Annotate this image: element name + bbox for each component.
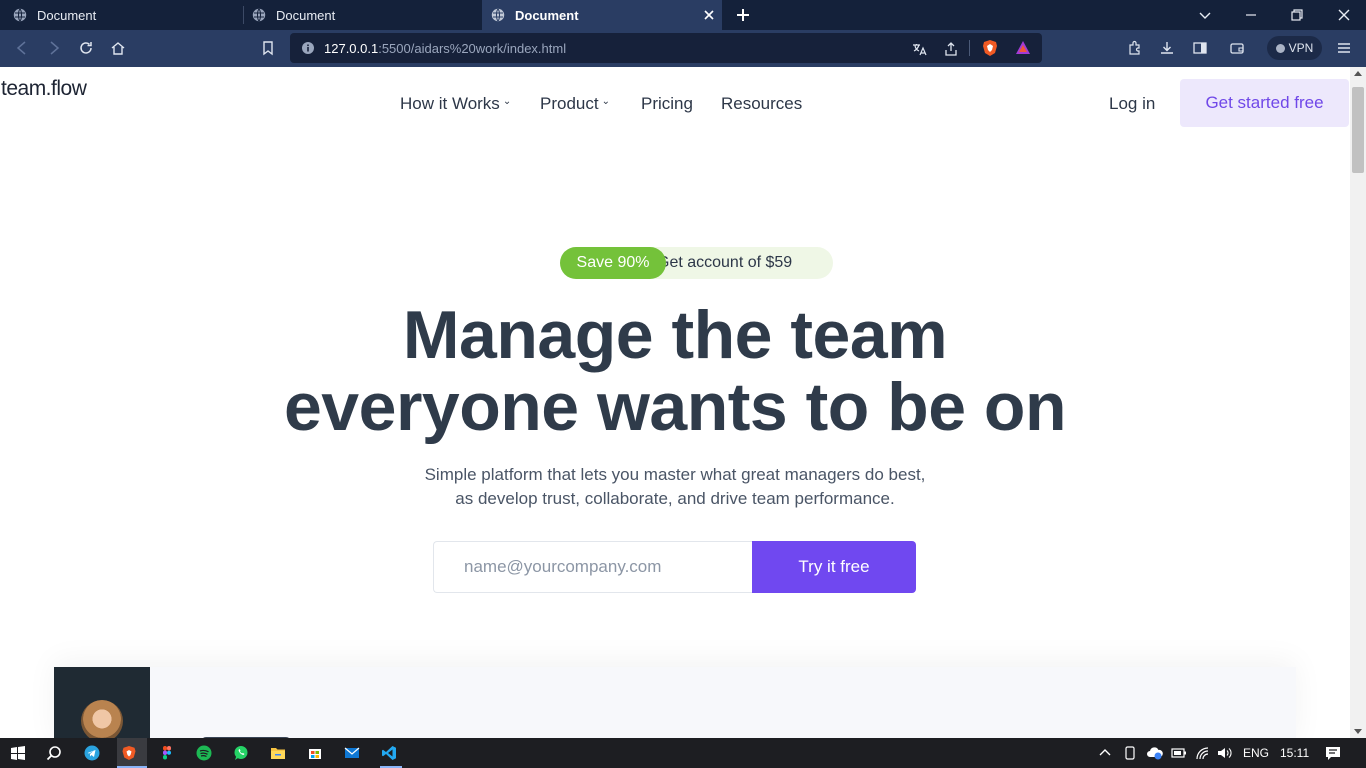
figma-icon[interactable] <box>159 745 175 761</box>
vpn-status-icon <box>1275 43 1285 53</box>
close-window-icon[interactable] <box>1336 7 1352 23</box>
spotify-icon[interactable] <box>196 745 212 761</box>
address-divider <box>969 40 970 56</box>
bookmark-icon[interactable] <box>260 40 276 56</box>
microsoft-store-icon[interactable] <box>307 745 323 761</box>
promo-pill[interactable]: Save 90% Get account of $59 <box>560 247 833 279</box>
url-text: 127.0.0.1:5500/aidars%20work/index.html <box>324 41 566 56</box>
tab-title: Document <box>276 7 336 23</box>
login-link[interactable]: Log in <box>1109 94 1155 114</box>
get-started-button[interactable]: Get started free <box>1180 79 1349 127</box>
tab-divider <box>243 6 244 24</box>
nav-item-how-it-works[interactable]: How it Works ⌄ <box>400 94 511 114</box>
reload-icon[interactable] <box>78 40 94 56</box>
url-host: 127.0.0.1 <box>324 41 379 56</box>
browser-toolbar: 127.0.0.1:5500/aidars%20work/index.html … <box>0 30 1366 67</box>
brave-shields-icon[interactable] <box>981 39 999 57</box>
sidebar-icon[interactable] <box>1192 40 1208 56</box>
web-page: team.flow How it Works ⌄ Product ⌄ Prici… <box>0 67 1350 738</box>
page-scrollbar[interactable] <box>1350 67 1366 738</box>
browser-tab-active[interactable]: Document <box>482 0 722 30</box>
minimize-icon[interactable] <box>1243 7 1259 23</box>
scroll-up-arrow-icon[interactable] <box>1354 71 1362 76</box>
brave-rewards-icon[interactable] <box>1014 39 1032 57</box>
chevron-down-icon: ⌄ <box>601 95 610 107</box>
search-icon[interactable] <box>46 745 62 761</box>
language-indicator[interactable]: ENG <box>1243 746 1269 760</box>
hero-subtext: Simple platform that lets you master wha… <box>0 463 1350 511</box>
tab-title: Document <box>515 7 579 23</box>
save-badge: Save 90% <box>560 247 666 279</box>
vscode-icon[interactable] <box>381 745 397 761</box>
nav-item-resources[interactable]: Resources <box>721 94 802 114</box>
restore-icon[interactable] <box>1289 7 1305 23</box>
headline-line-1: Manage the team <box>402 297 948 373</box>
nav-item-product[interactable]: Product ⌄ <box>540 94 610 114</box>
nav-label: Product <box>540 94 599 113</box>
onedrive-icon[interactable] <box>1146 746 1164 760</box>
product-preview <box>54 667 1296 738</box>
globe-icon <box>252 8 266 22</box>
os-taskbar: ENG 15:11 <box>0 738 1366 768</box>
close-tab-icon[interactable] <box>702 8 716 22</box>
home-icon[interactable] <box>110 40 126 56</box>
scroll-down-arrow-icon[interactable] <box>1354 729 1362 734</box>
tab-search-chevron-icon[interactable] <box>1197 7 1213 23</box>
wifi-icon[interactable] <box>1195 746 1211 760</box>
chevron-up-icon[interactable] <box>1098 746 1112 760</box>
nav-label: How it Works <box>400 94 500 113</box>
file-explorer-icon[interactable] <box>270 745 286 761</box>
vpn-button[interactable]: VPN <box>1267 36 1322 60</box>
globe-icon <box>491 8 505 22</box>
tab-title: Document <box>37 7 97 23</box>
hero-headline: Manage the team everyone wants to be on <box>0 299 1350 443</box>
translate-icon[interactable] <box>911 41 927 57</box>
promo-text: Get account of $59 <box>657 254 793 271</box>
share-icon[interactable] <box>943 41 959 57</box>
url-path: :5500/aidars%20work/index.html <box>378 41 567 56</box>
phone-link-icon[interactable] <box>1123 746 1137 760</box>
try-free-button[interactable]: Try it free <box>752 541 916 593</box>
subtext-line-1: Simple platform that lets you master wha… <box>424 465 926 484</box>
address-bar[interactable]: 127.0.0.1:5500/aidars%20work/index.html <box>290 33 1042 63</box>
volume-icon[interactable] <box>1217 746 1233 760</box>
download-icon[interactable] <box>1159 40 1175 56</box>
back-icon[interactable] <box>14 40 30 56</box>
windows-start-icon[interactable] <box>10 745 26 761</box>
preview-sidebar <box>54 667 150 738</box>
forward-icon[interactable] <box>46 40 62 56</box>
chevron-down-icon: ⌄ <box>502 95 512 107</box>
nav-label: Resources <box>721 94 803 113</box>
notifications-icon[interactable] <box>1325 745 1341 761</box>
whatsapp-icon[interactable] <box>233 745 249 761</box>
battery-icon[interactable] <box>1171 746 1187 760</box>
browser-tab-strip: Document Document Document <box>0 0 1366 30</box>
site-info-icon[interactable] <box>301 41 315 55</box>
wallet-icon[interactable] <box>1229 40 1245 56</box>
vpn-label: VPN <box>1288 41 1314 55</box>
menu-icon[interactable] <box>1336 40 1352 56</box>
avatar <box>81 700 123 738</box>
browser-tab[interactable]: Document <box>252 0 480 30</box>
email-input[interactable] <box>433 541 753 593</box>
mail-icon[interactable] <box>344 745 360 761</box>
browser-tab[interactable]: Document <box>13 0 241 30</box>
subtext-line-2: as develop trust, collaborate, and drive… <box>455 489 895 508</box>
nav-item-pricing[interactable]: Pricing <box>641 94 693 114</box>
clock[interactable]: 15:11 <box>1280 746 1309 760</box>
headline-line-2: everyone wants to be on <box>283 369 1067 445</box>
extensions-icon[interactable] <box>1127 40 1143 56</box>
globe-icon <box>13 8 27 22</box>
site-logo[interactable]: team.flow <box>1 77 87 101</box>
new-tab-icon[interactable] <box>735 7 751 23</box>
brave-browser-icon[interactable] <box>121 745 137 761</box>
scroll-thumb[interactable] <box>1352 87 1364 173</box>
nav-label: Pricing <box>641 94 693 113</box>
telegram-icon[interactable] <box>84 745 100 761</box>
